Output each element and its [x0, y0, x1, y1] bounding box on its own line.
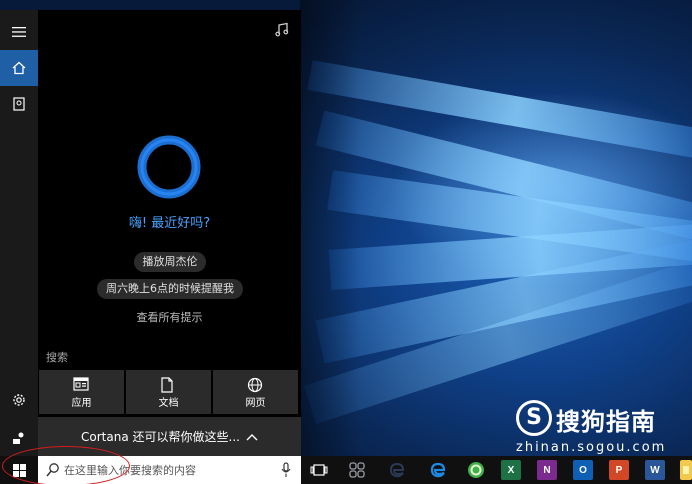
globe-icon	[247, 377, 263, 393]
edge-icon	[389, 462, 405, 478]
annotation-circle	[2, 446, 130, 484]
task-view-button[interactable]	[309, 460, 329, 480]
search-tile-apps[interactable]: 应用	[39, 370, 124, 414]
chevron-up-icon	[246, 433, 258, 440]
gear-icon	[13, 394, 25, 406]
suggestion-chip[interactable]: 周六晚上6点的时候提醒我	[97, 279, 243, 299]
suggestion-chip[interactable]: 播放周杰伦	[134, 252, 206, 272]
notebook-button[interactable]	[0, 86, 38, 122]
search-tile-documents[interactable]: 文档	[126, 370, 211, 414]
tile-label: 文档	[158, 398, 179, 409]
taskbar-app-excel[interactable]: X	[501, 460, 521, 480]
music-note-icon[interactable]	[274, 22, 290, 38]
taskbar-app-ie[interactable]	[428, 460, 448, 480]
home-button[interactable]	[0, 50, 38, 86]
hamburger-icon	[12, 27, 26, 37]
cortana-greeting: 嗨! 最近好吗?	[128, 216, 211, 231]
settings-button[interactable]	[0, 382, 38, 418]
taskbar-app-outlook[interactable]: O	[573, 460, 593, 480]
feedback-icon	[13, 432, 24, 444]
cortana-ring-icon	[137, 135, 201, 199]
360-browser-icon	[468, 462, 484, 478]
task-view-icon	[310, 464, 328, 476]
view-all-tips-link[interactable]: 查看所有提示	[38, 309, 301, 325]
taskbar-app-powerpoint[interactable]: P	[609, 460, 629, 480]
notebook-icon	[13, 97, 25, 111]
search-section-label: 搜索	[46, 351, 68, 364]
tile-label: 应用	[71, 398, 92, 409]
watermark-logo: S	[516, 400, 552, 436]
sticky-notes-icon	[683, 466, 689, 474]
wallpaper-shadow	[300, 0, 360, 456]
microphone-icon[interactable]	[281, 462, 291, 478]
cortana-ring	[136, 134, 202, 200]
cortana-left-rail	[0, 10, 38, 456]
document-icon	[161, 377, 173, 393]
taskbar-app-sticky-notes[interactable]	[680, 460, 692, 480]
ie-icon	[430, 462, 446, 478]
taskbar-app-onenote[interactable]: N	[537, 460, 557, 480]
store-app-icon	[349, 462, 365, 478]
cortana-more-label: Cortana 还可以帮你做这些...	[81, 430, 240, 444]
watermark-title: 搜狗指南	[556, 408, 656, 436]
taskbar-app-store[interactable]	[347, 460, 367, 480]
watermark-url: zhinan.sogou.com	[516, 440, 667, 455]
taskbar-app-word[interactable]: W	[645, 460, 665, 480]
app-window-icon	[73, 377, 89, 391]
cortana-panel: 嗨! 最近好吗? 播放周杰伦 周六晚上6点的时候提醒我 查看所有提示 搜索 应用…	[38, 10, 301, 456]
search-tile-web[interactable]: 网页	[213, 370, 298, 414]
tile-label: 网页	[245, 398, 266, 409]
taskbar-app-edge[interactable]	[387, 460, 407, 480]
hamburger-menu-button[interactable]	[0, 14, 38, 50]
taskbar-app-360[interactable]	[466, 460, 486, 480]
home-icon	[12, 61, 26, 75]
